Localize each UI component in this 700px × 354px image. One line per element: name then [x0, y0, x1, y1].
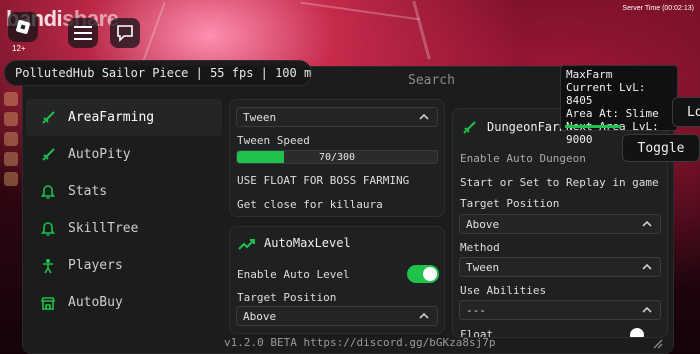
enable-auto-dungeon-label[interactable]: Enable Auto Dungeon	[460, 152, 586, 165]
lo-button[interactable]: Lo	[672, 97, 700, 127]
float-boss-farming-label[interactable]: USE FLOAT FOR BOSS FARMING	[237, 174, 409, 187]
chat-button[interactable]	[110, 18, 140, 48]
method-label: Method	[460, 241, 500, 254]
dropdown-value: Above	[466, 217, 500, 231]
use-abilities-dropdown[interactable]: ---	[459, 300, 661, 320]
dungeon-target-position-dropdown[interactable]: Above	[459, 214, 661, 234]
sidebar-item-skilltree[interactable]: SkillTree	[26, 210, 222, 247]
sidebar-item-stats[interactable]: Stats	[26, 173, 222, 210]
chevron-up-icon	[642, 306, 652, 313]
bell-icon	[40, 184, 56, 200]
enable-auto-level-toggle[interactable]	[407, 265, 439, 283]
version-footer: v1.2.0 BETA https://discord.gg/bGKza8sj7…	[224, 336, 496, 349]
resize-grip-icon[interactable]	[652, 338, 664, 350]
sidebar-item-label: AutoBuy	[68, 295, 123, 310]
farming-settings-panel: Tween Tween Speed 70/300 USE FLOAT FOR B…	[229, 99, 445, 217]
sidebar-item-areafarming[interactable]: AreaFarming	[26, 99, 222, 136]
sword-icon	[40, 110, 56, 126]
chevron-up-icon	[642, 263, 652, 270]
toggle-knob	[423, 267, 437, 281]
farm-mode-dropdown[interactable]: Tween	[236, 107, 438, 127]
chevron-up-icon	[419, 312, 429, 319]
method-dropdown[interactable]: Tween	[459, 257, 661, 277]
target-position-label: Target Position	[237, 291, 337, 304]
sidebar-item-autobuy[interactable]: AutoBuy	[26, 284, 222, 321]
sidebar-item-label: Players	[68, 258, 123, 273]
maxfarm-progress-bar	[565, 125, 621, 128]
sidebar-item-label: AutoPity	[68, 147, 131, 162]
tween-speed-label: Tween Speed	[237, 134, 310, 147]
search-input[interactable]: Search	[312, 70, 552, 90]
dropdown-value: Above	[243, 309, 277, 323]
dropdown-value: Tween	[243, 110, 277, 124]
use-abilities-label: Use Abilities	[460, 284, 547, 297]
dropdown-value: Tween	[466, 260, 500, 274]
search-placeholder: Search	[408, 73, 455, 88]
tween-speed-slider[interactable]: 70/300	[236, 150, 438, 164]
hamburger-icon	[74, 26, 92, 40]
age-rating-badge: 12+	[12, 44, 26, 53]
hub-title-bar: PollutedHub Sailor Piece | 55 fps | 100 …	[4, 60, 312, 86]
slider-value: 70/300	[318, 152, 356, 163]
trend-up-icon	[238, 239, 255, 250]
sidebar-item-label: SkillTree	[68, 221, 139, 236]
sidebar: AreaFarming AutoPity Stats SkillTree Pla…	[26, 99, 222, 321]
target-position-dropdown[interactable]: Above	[236, 306, 438, 326]
maxfarm-current-level: Current LvL: 8405	[566, 81, 646, 107]
chevron-up-icon	[642, 220, 652, 227]
sidebar-item-autopity[interactable]: AutoPity	[26, 136, 222, 173]
hamburger-menu-button[interactable]	[68, 18, 98, 48]
replay-hint-label: Start or Set to Replay in game	[460, 176, 659, 189]
bell-icon	[40, 221, 56, 237]
sword-icon	[40, 147, 56, 163]
dropdown-value: ---	[466, 303, 486, 317]
target-position-label: Target Position	[460, 197, 560, 210]
sidebar-item-label: AreaFarming	[68, 110, 155, 125]
sword-icon	[463, 121, 476, 134]
automaxlevel-title: AutoMaxLevel	[264, 236, 351, 250]
automaxlevel-panel: AutoMaxLevel Enable Auto Level Target Po…	[229, 226, 445, 334]
float-toggle[interactable]	[630, 328, 644, 337]
shop-icon	[40, 295, 56, 311]
roblox-icon	[16, 20, 30, 34]
chat-icon	[117, 25, 133, 42]
server-time: Server Time (00:02:13)	[622, 5, 694, 12]
person-icon	[40, 258, 56, 274]
chevron-up-icon	[419, 113, 429, 120]
hotbar-strip	[0, 86, 22, 220]
dungeonfarm-title: DungeonFarm	[487, 120, 567, 134]
maxfarm-title: MaxFarm	[566, 68, 613, 81]
sidebar-item-players[interactable]: Players	[26, 247, 222, 284]
roblox-menu-button[interactable]	[8, 12, 38, 42]
enable-auto-level-label: Enable Auto Level	[237, 268, 350, 281]
maxfarm-info-box: MaxFarm Current LvL: 8405 Area At: Slime…	[560, 65, 678, 146]
close-killaura-label[interactable]: Get close for killaura	[237, 198, 383, 211]
maxfarm-area: Area At: Slime	[566, 107, 659, 120]
sidebar-item-label: Stats	[68, 184, 108, 199]
toggle-ui-button[interactable]: Toggle	[622, 134, 700, 162]
